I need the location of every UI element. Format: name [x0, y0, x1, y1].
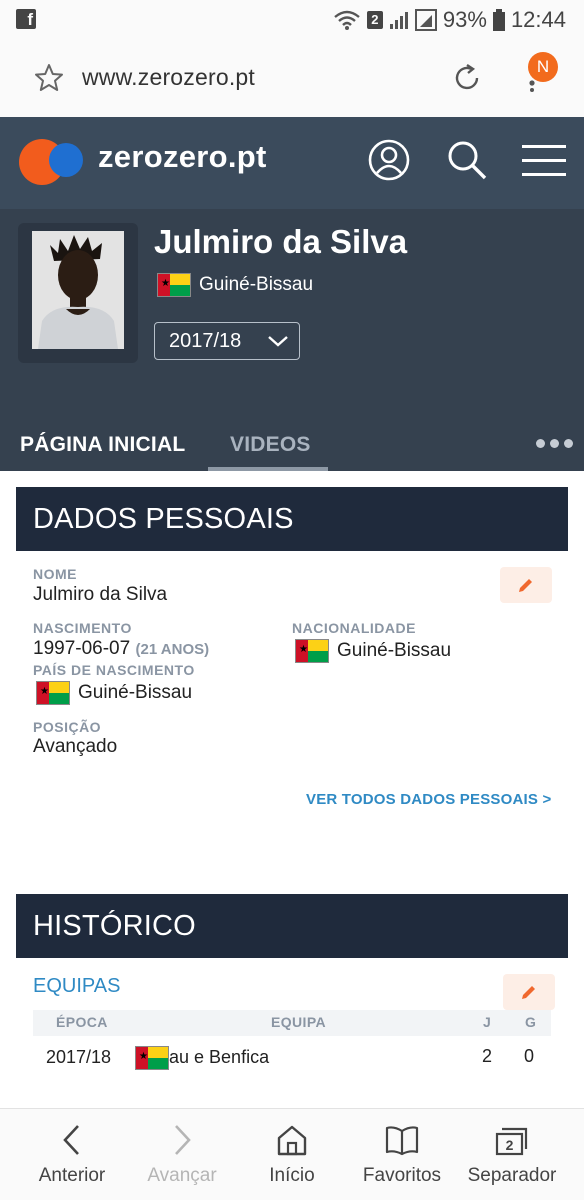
position-label: POSIÇÃO: [33, 719, 102, 735]
season-select[interactable]: 2017/18: [154, 322, 300, 360]
player-photo-frame: [18, 223, 138, 363]
wifi-icon: [334, 10, 360, 30]
home-button[interactable]: Início: [234, 1109, 350, 1200]
search-icon[interactable]: [446, 139, 488, 181]
history-table-header: ÉPOCA EQUIPA J G: [33, 1010, 551, 1036]
forward-button[interactable]: Avançar: [124, 1109, 240, 1200]
forward-icon: [175, 1125, 191, 1155]
history-header: HISTÓRICO: [16, 894, 568, 958]
bookmarks-label: Favoritos: [362, 1165, 442, 1186]
season-value: 2017/18: [169, 330, 242, 352]
edit-personal-button[interactable]: [500, 567, 552, 603]
site-logo-text[interactable]: zerozero.pt: [98, 139, 267, 175]
nationality-label: NACIONALIDADE: [292, 620, 416, 636]
personal-data-header: DADOS PESSOAIS: [16, 487, 568, 551]
age-value: (21 ANOS): [135, 641, 210, 658]
site-header: zerozero.pt: [0, 117, 584, 209]
back-icon: [63, 1125, 79, 1155]
browser-bottom-bar: Anterior Avançar Início Favoritos 2 Sepa…: [0, 1108, 584, 1200]
history-title: HISTÓRICO: [33, 910, 196, 942]
name-label: NOME: [33, 566, 77, 582]
row-goals: 0: [524, 1046, 535, 1066]
bookmarks-icon: [385, 1126, 419, 1156]
signal-icon: [389, 12, 408, 29]
clock: 12:44: [510, 7, 566, 32]
guinea-bissau-flag-icon: ★: [295, 639, 329, 663]
tabs-icon: 2: [495, 1127, 528, 1156]
tab-pagina-inicial[interactable]: PÁGINA INICIAL: [20, 433, 185, 457]
edit-history-button[interactable]: [503, 974, 555, 1010]
profile-tabs: PÁGINA INICIAL VIDEOS: [0, 417, 584, 471]
birth-label: NASCIMENTO: [33, 620, 132, 636]
pencil-icon: [522, 986, 535, 999]
birth-country-field: ★ Guiné-Bissau: [36, 681, 192, 705]
row-season: 2017/18: [46, 1047, 112, 1067]
address-bar: www.zerozero.pt N: [0, 40, 584, 117]
player-photo[interactable]: [32, 231, 124, 349]
battery-icon: [492, 9, 505, 31]
col-j: J: [483, 1014, 492, 1030]
birth-country-label: PAÍS DE NASCIMENTO: [33, 662, 195, 678]
nationality-field: ★ Guiné-Bissau: [295, 639, 451, 663]
birth-date: 1997-06-07: [33, 638, 131, 659]
tab-underline: [208, 467, 328, 471]
see-all-personal-link[interactable]: VER TODOS DADOS PESSOAIS >: [306, 791, 551, 808]
status-icons: 2 93% 12:44: [333, 7, 566, 33]
col-g: G: [525, 1014, 537, 1030]
col-epoca: ÉPOCA: [56, 1014, 108, 1030]
notification-badge[interactable]: N: [528, 52, 558, 82]
reload-icon[interactable]: [451, 62, 483, 94]
player-nationality: ★ Guiné-Bissau: [157, 273, 313, 297]
col-equipa: EQUIPA: [271, 1014, 327, 1030]
guinea-bissau-flag-icon: ★: [36, 681, 70, 705]
url-text[interactable]: www.zerozero.pt: [82, 64, 255, 91]
nationality-value: Guiné-Bissau: [337, 640, 452, 661]
tab-videos[interactable]: VIDEOS: [230, 433, 311, 457]
status-bar: f 2 93% 12:44: [0, 0, 584, 40]
row-games: 2: [482, 1046, 493, 1066]
more-tabs-icon[interactable]: [536, 439, 573, 448]
hamburger-menu-icon[interactable]: [522, 139, 566, 181]
birth-country-value: Guiné-Bissau: [78, 682, 193, 703]
signal-icon-2: [414, 9, 437, 31]
svg-text:2: 2: [506, 1137, 514, 1153]
row-team[interactable]: ★ Bissau e Benfica: [135, 1045, 269, 1070]
tabs-button[interactable]: 2 Separador: [454, 1109, 570, 1200]
name-value: Julmiro da Silva: [33, 584, 168, 605]
chevron-down-icon: [268, 336, 288, 347]
home-icon: [277, 1125, 307, 1156]
pencil-icon: [519, 579, 532, 592]
zerozero-logo-icon[interactable]: [18, 137, 86, 187]
back-button[interactable]: Anterior: [14, 1109, 130, 1200]
forward-label: Avançar: [147, 1165, 217, 1186]
home-label: Início: [269, 1165, 315, 1186]
player-name: Julmiro da Silva: [154, 223, 408, 260]
player-profile: Julmiro da Silva ★ Guiné-Bissau 2017/18 …: [0, 209, 584, 471]
star-icon[interactable]: [34, 63, 64, 93]
facebook-notification-icon: f: [16, 9, 36, 29]
tabs-label: Separador: [467, 1165, 557, 1186]
birth-value: 1997-06-07 (21 ANOS): [33, 638, 209, 660]
nationality-text: Guiné-Bissau: [199, 274, 314, 295]
user-icon[interactable]: [368, 139, 410, 181]
personal-data-title: DADOS PESSOAIS: [33, 503, 294, 535]
guinea-bissau-flag-icon: ★: [157, 273, 191, 297]
battery-percent: 93%: [442, 7, 487, 32]
position-value: Avançado: [33, 736, 118, 757]
sim-badge: 2: [366, 11, 383, 29]
back-label: Anterior: [38, 1165, 106, 1186]
teams-link[interactable]: EQUIPAS: [33, 975, 120, 998]
guinea-bissau-flag-icon: ★: [135, 1045, 169, 1070]
table-row[interactable]: 2017/18 ★ Bissau e Benfica 2 0: [33, 1036, 551, 1076]
bookmarks-button[interactable]: Favoritos: [344, 1109, 460, 1200]
